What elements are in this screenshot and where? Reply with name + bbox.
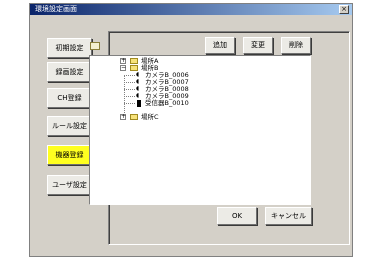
add-button[interactable]: 追加 (205, 37, 235, 54)
tree-connector (124, 103, 135, 104)
title-bar[interactable]: 環境設定画面 × (30, 4, 352, 15)
sidebar-item-rule-settings[interactable]: ルール設定 (47, 116, 92, 136)
receiver-icon (137, 100, 141, 107)
expand-icon[interactable]: + (120, 114, 126, 120)
tree-item-label: 受信器B_0010 (145, 99, 189, 107)
sidebar-item-device-registration[interactable]: 機器登録 (47, 145, 92, 165)
tree-connector (124, 75, 135, 76)
sidebar-item-initial-settings[interactable]: 初期設定 (47, 38, 92, 58)
folder-icon (130, 58, 138, 64)
tree-connector (124, 82, 135, 83)
folder-icon (90, 42, 100, 50)
window-title: 環境設定画面 (35, 5, 77, 13)
sidebar-item-ch-registration[interactable]: CH登録 (47, 88, 92, 108)
camera-icon: ◖ (136, 92, 140, 99)
tree-item-label: 場所C (141, 113, 159, 121)
sidebar-item-recording-settings[interactable]: 録画設定 (47, 62, 92, 82)
ok-button[interactable]: OK (217, 207, 257, 225)
delete-button[interactable]: 削除 (281, 37, 311, 54)
tree-connector (124, 96, 135, 97)
device-tree[interactable]: + 場所A − 場所B ◖ カメラB_0006 ◖ カメラB_0007 ◖ カメ… (89, 55, 311, 205)
cancel-button[interactable]: キャンセル (265, 207, 312, 225)
close-button[interactable]: × (339, 5, 349, 14)
edit-button[interactable]: 変更 (243, 37, 273, 54)
folder-icon (130, 114, 138, 120)
tree-connector (124, 89, 135, 90)
collapse-icon[interactable]: − (120, 65, 126, 71)
sidebar-item-user-settings[interactable]: ユーザ設定 (47, 175, 92, 195)
